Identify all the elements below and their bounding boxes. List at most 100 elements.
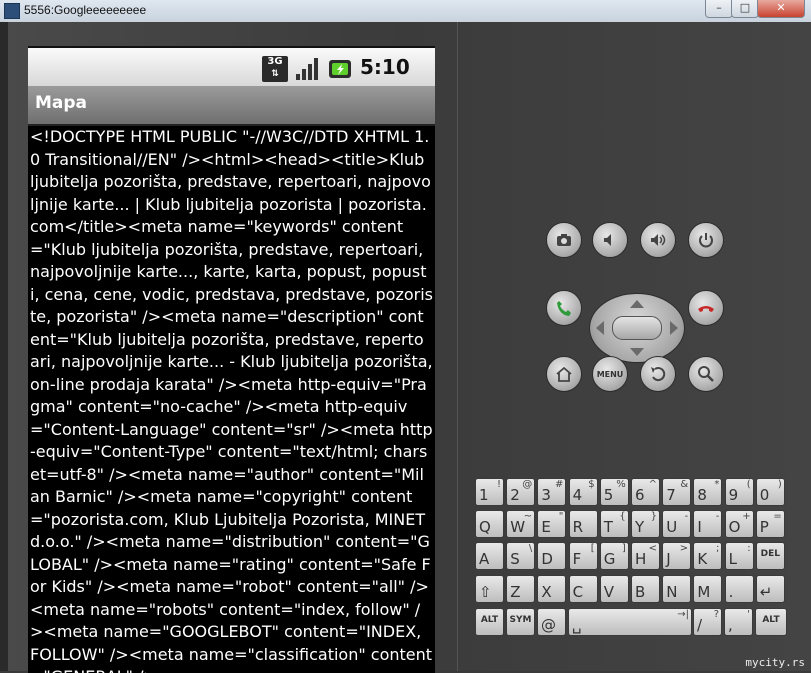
home-button[interactable] <box>546 356 582 392</box>
key[interactable]: 8 * <box>693 478 723 506</box>
key[interactable]: 4 $ <box>568 478 598 506</box>
volume-up-button[interactable] <box>640 222 676 258</box>
key[interactable]: 0) <box>755 478 785 506</box>
key[interactable]: V <box>599 575 629 603</box>
key-label: DEL <box>760 549 780 559</box>
key[interactable]: DEL <box>755 542 785 570</box>
key-label: Q <box>479 518 491 536</box>
key[interactable]: E " <box>537 510 567 538</box>
app-icon <box>4 3 20 19</box>
key[interactable]: Z <box>506 575 536 603</box>
key[interactable]: L: <box>724 542 754 570</box>
key-label: ↵ <box>759 583 773 601</box>
back-button[interactable] <box>640 356 676 392</box>
key[interactable]: R <box>568 510 598 538</box>
key[interactable]: 6 ^ <box>631 478 660 506</box>
key-label: I <box>697 518 702 536</box>
key-secondary-label: { <box>619 511 626 522</box>
end-call-button[interactable] <box>688 290 724 326</box>
watermark: mycity.rs <box>745 656 805 669</box>
key-label: K <box>697 550 708 568</box>
key[interactable]: P = <box>755 510 785 538</box>
maximize-button[interactable]: □ <box>731 0 759 18</box>
key[interactable]: 5% <box>599 478 629 506</box>
home-icon <box>556 366 572 382</box>
dpad-left-icon[interactable] <box>596 321 604 335</box>
status-bar[interactable]: 3G⇅ 5:10 PM <box>28 48 435 101</box>
key-secondary-label: ? <box>713 609 719 620</box>
key[interactable]: K; <box>693 542 723 570</box>
key[interactable]: ␣ →| <box>568 608 692 636</box>
key[interactable]: C <box>568 575 598 603</box>
key[interactable]: I- <box>693 510 723 538</box>
key-label: N <box>666 583 678 601</box>
key[interactable]: /? <box>693 608 722 636</box>
key-secondary-label: ; <box>716 543 720 554</box>
key[interactable]: ⇧ <box>475 575 504 603</box>
phone-screen[interactable]: 3G⇅ 5:10 PM Mapa <!DOCTYPE HTML PUBLIC "… <box>28 46 435 673</box>
key[interactable]: 1! <box>475 478 504 506</box>
key[interactable]: SYM <box>506 608 535 636</box>
close-button[interactable]: ✕ <box>757 0 805 18</box>
menu-button[interactable]: MENU <box>592 356 628 392</box>
key-label: 2 <box>510 486 520 504</box>
key[interactable]: D <box>537 542 567 570</box>
key-secondary-label: - <box>715 511 720 522</box>
key-label: 3 <box>541 486 551 504</box>
key[interactable]: 9( <box>724 478 754 506</box>
key[interactable]: 7 & <box>662 478 692 506</box>
key-label: 1 <box>479 486 489 504</box>
key-label: ALT <box>762 615 780 625</box>
key-secondary-label: > <box>679 543 689 554</box>
key[interactable]: J > <box>662 542 692 570</box>
dpad-center-button[interactable] <box>612 316 662 340</box>
key[interactable]: G] <box>599 542 629 570</box>
key-secondary-label: $ <box>588 479 595 490</box>
key[interactable]: B <box>631 575 660 603</box>
key-secondary-label: ' <box>747 609 750 620</box>
key[interactable]: A <box>475 542 504 570</box>
key[interactable]: T{ <box>599 510 629 538</box>
dpad-down-icon[interactable] <box>630 348 644 356</box>
key[interactable]: W ~ <box>506 510 536 538</box>
html-source-text: <!DOCTYPE HTML PUBLIC "-//W3C//DTD XHTML… <box>30 127 434 673</box>
dpad-up-icon[interactable] <box>630 300 644 308</box>
key[interactable]: , ' <box>724 608 753 636</box>
dpad-right-icon[interactable] <box>670 321 678 335</box>
key[interactable]: S \ <box>506 542 536 570</box>
camera-button[interactable] <box>546 222 582 258</box>
key-label: R <box>572 518 584 536</box>
key[interactable]: X <box>537 575 567 603</box>
call-button[interactable] <box>546 290 582 326</box>
key-secondary-label: \ <box>528 543 533 554</box>
power-button[interactable] <box>688 222 724 258</box>
key[interactable]: Y} <box>631 510 660 538</box>
key[interactable]: F[ <box>568 542 598 570</box>
volume-down-button[interactable] <box>592 222 628 258</box>
dpad[interactable] <box>589 293 685 363</box>
key[interactable]: ↵ <box>755 575 785 603</box>
key[interactable]: O + <box>724 510 754 538</box>
key[interactable]: @ <box>537 608 566 636</box>
key[interactable]: ALT <box>755 608 787 636</box>
key[interactable]: Q <box>475 510 504 538</box>
key-secondary-label: [ <box>590 543 595 554</box>
key-secondary-label: - <box>684 511 689 522</box>
key-secondary-label: = <box>773 511 782 522</box>
minimize-button[interactable]: – <box>705 0 733 18</box>
key[interactable]: N <box>662 575 692 603</box>
search-button[interactable] <box>688 356 724 392</box>
key[interactable]: M <box>693 575 723 603</box>
key-label: Y <box>635 518 645 536</box>
key-secondary-label: ~ <box>523 511 533 522</box>
key[interactable]: 2 @ <box>506 478 536 506</box>
key[interactable]: . <box>724 575 754 603</box>
key[interactable]: ALT <box>475 608 504 636</box>
camera-icon <box>557 234 571 246</box>
key[interactable]: U- <box>662 510 692 538</box>
key[interactable]: 3 # <box>537 478 567 506</box>
key-label: A <box>479 550 490 568</box>
key-secondary-label: < <box>648 543 657 554</box>
key[interactable]: H < <box>631 542 660 570</box>
key-label: / <box>697 616 703 634</box>
